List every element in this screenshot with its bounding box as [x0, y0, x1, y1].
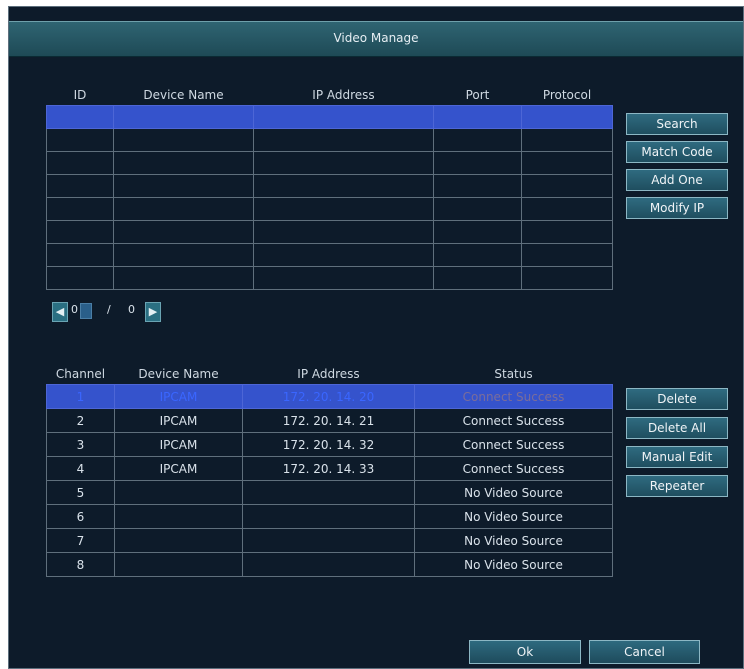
delete-button[interactable]: Delete [626, 388, 728, 410]
table-row[interactable] [46, 151, 613, 175]
col-device-name: Device Name [143, 88, 224, 102]
ip-address-cell: 172. 20. 14. 33 [242, 456, 415, 481]
title-bar: Video Manage [9, 21, 743, 57]
status-cell: No Video Source [414, 480, 613, 505]
channel-cell: 1 [46, 384, 115, 409]
repeater-button[interactable]: Repeater [626, 475, 728, 497]
table-row[interactable]: 2 IPCAM 172. 20. 14. 21 Connect Success [46, 408, 613, 433]
ip-address-cell: 172. 20. 14. 21 [242, 408, 415, 433]
status-cell: No Video Source [414, 528, 613, 553]
col-ip-address: IP Address [312, 88, 375, 102]
col-protocol: Protocol [542, 88, 592, 102]
col-channel: Channel [55, 367, 106, 381]
channel-cell: 8 [46, 552, 115, 577]
table-row[interactable] [46, 220, 613, 244]
channel-cell: 2 [46, 408, 115, 433]
status-cell: No Video Source [414, 552, 613, 577]
channel-cell: 3 [46, 432, 115, 457]
device-name-cell [114, 504, 243, 529]
col-port: Port [465, 88, 490, 102]
device-name-cell [114, 480, 243, 505]
cancel-button[interactable]: Cancel [589, 640, 700, 664]
add-one-button[interactable]: Add One [626, 169, 728, 191]
page-input-box[interactable] [80, 303, 92, 319]
device-name-cell: IPCAM [114, 456, 243, 481]
channel-table-header: Channel Device Name IP Address Status [47, 364, 613, 385]
device-name-cell: IPCAM [114, 408, 243, 433]
search-button[interactable]: Search [626, 113, 728, 135]
status-cell: Connect Success [414, 432, 613, 457]
ip-address-cell [242, 480, 415, 505]
col-status: Status [494, 367, 533, 381]
chevron-right-icon: ▶ [148, 305, 158, 318]
table-row[interactable]: 8 No Video Source [46, 552, 613, 577]
table-row[interactable] [46, 105, 613, 129]
table-row[interactable]: 1 IPCAM 172. 20. 14. 20 Connect Success [46, 384, 613, 409]
table-row[interactable] [46, 243, 613, 267]
match-code-button[interactable]: Match Code [626, 141, 728, 163]
status-cell: Connect Success [414, 408, 613, 433]
chevron-left-icon: ◀ [55, 305, 65, 318]
device-name-cell [114, 552, 243, 577]
ip-address-cell [242, 552, 415, 577]
delete-all-button[interactable]: Delete All [626, 417, 728, 439]
col-device-name: Device Name [138, 367, 219, 381]
table-row[interactable] [46, 174, 613, 198]
table-row[interactable] [46, 197, 613, 221]
status-cell: No Video Source [414, 504, 613, 529]
ip-address-cell: 172. 20. 14. 20 [242, 384, 415, 409]
table-row[interactable]: 6 No Video Source [46, 504, 613, 529]
table-row[interactable]: 4 IPCAM 172. 20. 14. 33 Connect Success [46, 456, 613, 481]
prev-page-button[interactable]: ◀ [52, 302, 68, 322]
table-row[interactable]: 7 No Video Source [46, 528, 613, 553]
device-name-cell: IPCAM [114, 432, 243, 457]
device-name-cell: IPCAM [114, 384, 243, 409]
modify-ip-button[interactable]: Modify IP [626, 197, 728, 219]
device-table: ID Device Name IP Address Port Protocol [46, 85, 613, 290]
video-manage-window: Video Manage ID Device Name IP Address P… [8, 6, 744, 669]
ip-address-cell [242, 504, 415, 529]
current-page: 0 [71, 303, 78, 316]
status-cell: Connect Success [414, 384, 613, 409]
table-row[interactable]: 5 No Video Source [46, 480, 613, 505]
device-name-cell [114, 528, 243, 553]
table-row[interactable] [46, 128, 613, 152]
page-separator: / [107, 303, 111, 316]
status-cell: Connect Success [414, 456, 613, 481]
ok-button[interactable]: Ok [469, 640, 581, 664]
ip-address-cell: 172. 20. 14. 32 [242, 432, 415, 457]
table-row[interactable] [46, 266, 613, 290]
channel-cell: 6 [46, 504, 115, 529]
total-pages: 0 [128, 303, 135, 316]
device-table-header: ID Device Name IP Address Port Protocol [47, 85, 613, 106]
manual-edit-button[interactable]: Manual Edit [626, 446, 728, 468]
channel-cell: 5 [46, 480, 115, 505]
col-id: ID [73, 88, 87, 102]
table-row[interactable]: 3 IPCAM 172. 20. 14. 32 Connect Success [46, 432, 613, 457]
channel-cell: 7 [46, 528, 115, 553]
col-ip-address: IP Address [297, 367, 360, 381]
channel-cell: 4 [46, 456, 115, 481]
channel-table: Channel Device Name IP Address Status 1 … [46, 364, 613, 577]
ip-address-cell [242, 528, 415, 553]
window-title: Video Manage [333, 31, 419, 45]
next-page-button[interactable]: ▶ [145, 302, 161, 322]
